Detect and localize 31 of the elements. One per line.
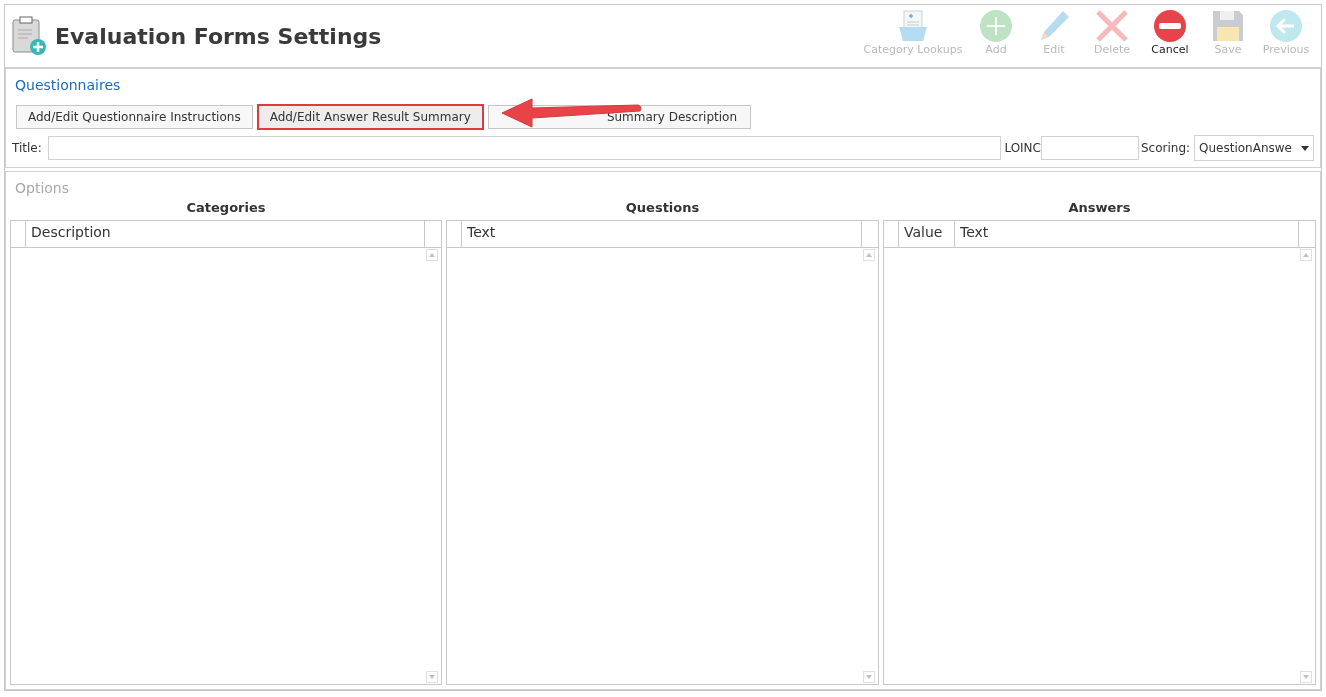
minus-circle-icon [1153,9,1187,43]
grid-title: Categories [185,200,267,215]
scroll-down-icon[interactable] [863,671,875,683]
column-header[interactable]: Value [899,221,955,247]
toolbar-button[interactable]: Cancel [1141,5,1199,56]
dialog-button[interactable]: Add/Edit Answer Result Summary [257,105,483,129]
folder-document-icon [896,9,930,43]
grid-title: Answers [1067,200,1132,215]
loinc-field[interactable] [1041,136,1139,160]
plus-circle-icon [979,9,1013,43]
clipboard-add-icon [11,16,47,56]
section-heading: Options [15,180,71,196]
caret-icon [1301,145,1309,151]
window-title: Evaluation Forms Settings [55,23,383,49]
scroll-down-icon[interactable] [1300,671,1312,683]
scroll-up-icon[interactable] [863,249,875,261]
column-header[interactable]: Text [955,221,1299,247]
scoring-dropdown[interactable]: QuestionAnswe [1194,135,1314,161]
title-field[interactable] [47,136,1002,160]
cross-icon [1095,9,1129,43]
scroll-up-icon[interactable] [426,249,438,261]
column-header[interactable]: Description [26,221,425,247]
scroll-down-icon[interactable] [426,671,438,683]
field-label: Scoring: [1140,141,1191,155]
field-label: Title: [12,141,42,155]
scroll-up-icon[interactable] [1300,249,1312,261]
grid-title: Questions [624,200,701,215]
field-label: LOINC [1004,141,1041,155]
dialog-button[interactable]: Add/Edit Questionnaire Instructions [16,105,253,129]
section-heading: Questionnaires [15,77,122,93]
column-header[interactable]: Text [462,221,862,247]
